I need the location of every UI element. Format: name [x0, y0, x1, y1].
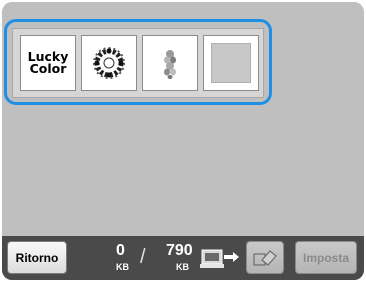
wreath-icon	[93, 47, 125, 79]
total-memory-value: 790	[166, 242, 193, 259]
used-memory: 0	[116, 242, 125, 260]
embroidery-screen: Lucky Color Ritorno 0 KB / 790 KB Impost…	[2, 2, 364, 280]
used-memory-value: 0	[116, 242, 125, 259]
used-memory-unit: KB	[116, 262, 129, 272]
machine-transfer-icon	[200, 249, 239, 268]
lucky-label-line2: Color	[29, 61, 67, 76]
lucky-color-button[interactable]: Lucky Color	[20, 35, 76, 91]
memory-eraser-button[interactable]	[246, 241, 284, 274]
total-memory: 790	[166, 242, 193, 260]
floral-motif-icon	[164, 50, 176, 79]
empty-pattern-swatch	[211, 43, 251, 83]
back-button[interactable]: Ritorno	[7, 241, 67, 274]
eraser-icon	[253, 249, 277, 266]
bottom-toolbar: Ritorno 0 KB / 790 KB Imposta	[2, 236, 364, 280]
floral-motif-button[interactable]	[142, 35, 198, 91]
pattern-tray: Lucky Color	[12, 28, 264, 98]
empty-pattern-button[interactable]	[203, 35, 259, 91]
wreath-pattern-button[interactable]	[81, 35, 137, 91]
lucky-color-label: Lucky Color	[28, 50, 69, 76]
memory-separator: /	[140, 246, 146, 268]
total-memory-unit: KB	[176, 262, 189, 272]
set-button[interactable]: Imposta	[295, 241, 357, 274]
